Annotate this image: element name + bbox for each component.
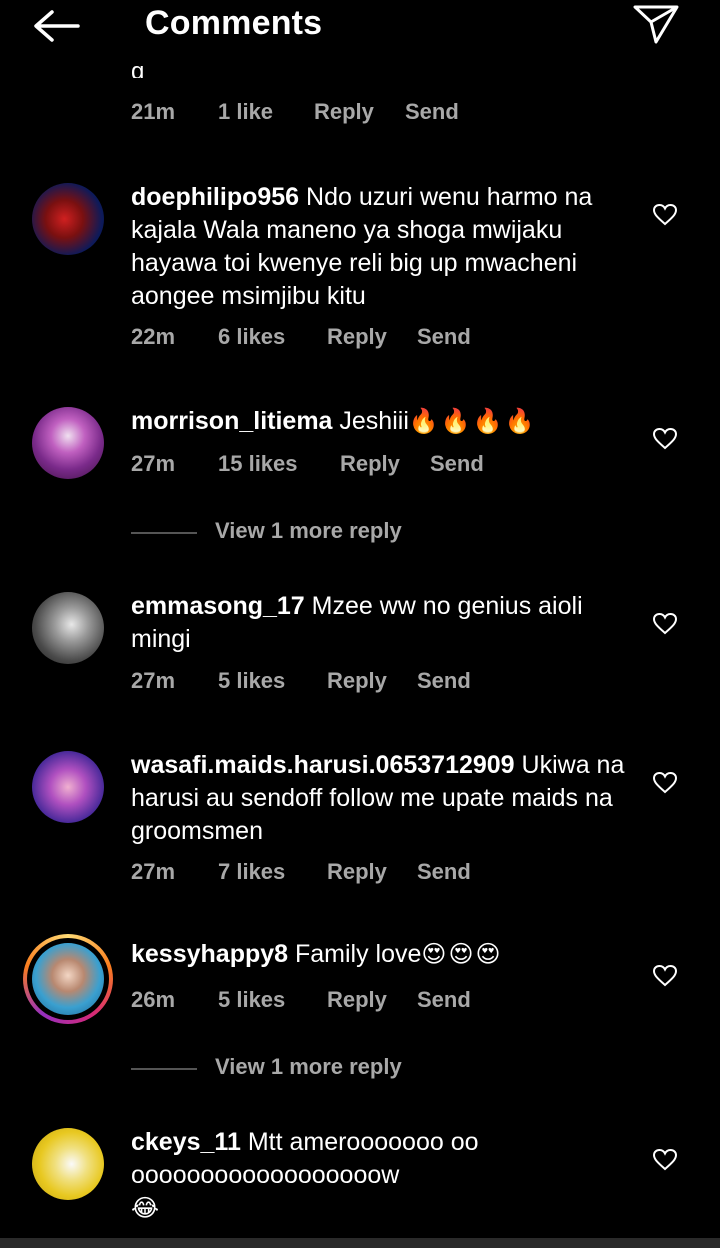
paper-plane-icon [633,5,679,44]
story-ring[interactable] [23,934,113,1024]
send-button[interactable]: Send [405,99,459,125]
back-arrow-icon [34,10,80,42]
reply-button[interactable]: Reply [327,668,387,694]
view-more-label[interactable]: View 1 more reply [215,1054,402,1080]
comment-meta: 26m 5 likes Reply Send [131,987,611,1015]
comment-time: 21m [131,99,176,124]
avatar[interactable] [32,1128,104,1200]
avatar[interactable] [32,751,104,823]
send-button[interactable]: Send [417,324,471,350]
comment-body: doephilipo956 Ndo uzuri wenu harmo na ka… [131,181,631,313]
reply-button[interactable]: Reply [327,324,387,350]
like-count[interactable]: 15 likes [218,451,298,477]
avatar[interactable] [32,183,104,255]
comment-meta: 27m 15 likes Reply Send [131,451,611,479]
like-count[interactable]: 1 like [218,99,273,125]
like-count[interactable]: 6 likes [218,324,285,350]
reply-divider [131,1068,197,1070]
heart-icon[interactable] [652,203,678,227]
send-button[interactable]: Send [417,859,471,885]
share-button[interactable] [630,2,682,46]
view-more-replies[interactable]: View 1 more reply [131,518,531,548]
like-count[interactable]: 7 likes [218,859,285,885]
comment-meta: 22m 6 likes Reply Send [131,324,611,352]
heart-icon[interactable] [652,612,678,636]
comment-time: 26m [131,987,176,1012]
username[interactable]: ckeys_11 [131,1128,241,1156]
username[interactable]: kessyhappy8 [131,940,288,968]
like-count[interactable]: 5 likes [218,987,285,1013]
comment-text: Family love [295,940,422,968]
comment-meta: 27m 7 likes Reply Send [131,859,611,887]
heart-icon[interactable] [652,964,678,988]
comment-time: 27m [131,859,176,884]
heart-icon[interactable] [652,427,678,451]
page-title: Comments [145,4,323,42]
comment-text: Jeshiii [339,407,409,435]
comment-body: wasafi.maids.harusi.0653712909 Ukiwa na … [131,749,631,848]
comment-meta: 21m 1 like Reply Send [131,99,611,127]
username[interactable]: doephilipo956 [131,183,299,211]
comments-screen: Comments g 21m 1 like Reply Send doephil… [0,0,720,1248]
comment-body: emmasong_17 Mzee ww no genius aioli ming… [131,590,631,656]
like-count[interactable]: 5 likes [218,668,285,694]
reply-button[interactable]: Reply [327,859,387,885]
avatar[interactable] [32,592,104,664]
view-more-replies[interactable]: View 1 more reply [131,1054,531,1084]
header: Comments [0,0,720,50]
view-more-label[interactable]: View 1 more reply [215,518,402,544]
comment-body: morrison_litiema Jeshiii🔥🔥🔥🔥 [131,405,631,438]
send-button[interactable]: Send [417,987,471,1013]
reply-divider [131,532,197,534]
partial-comment-text: g [131,58,145,78]
comment-time: 27m [131,451,176,476]
send-button[interactable]: Send [430,451,484,477]
heart-icon[interactable] [652,771,678,795]
username[interactable]: emmasong_17 [131,592,305,620]
send-button[interactable]: Send [417,668,471,694]
heart-eyes-emoji: 😍😍😍 [421,941,503,968]
comment-meta: 27m 5 likes Reply Send [131,668,611,696]
laughing-emoji: 😂 [131,1195,162,1222]
bottom-bar [0,1238,720,1248]
heart-icon[interactable] [652,1148,678,1172]
comment-time: 27m [131,668,176,693]
reply-button[interactable]: Reply [340,451,400,477]
back-button[interactable] [30,6,82,46]
fire-emoji: 🔥🔥🔥🔥 [408,408,537,435]
username[interactable]: morrison_litiema [131,407,332,435]
comment-body: kessyhappy8 Family love😍😍😍 [131,938,631,971]
comment-body: ckeys_11 Mtt amerooooooo ooooooooooooooo… [131,1126,491,1225]
reply-button[interactable]: Reply [327,987,387,1013]
comment-time: 22m [131,324,176,349]
story-ring-gap [27,938,109,1020]
avatar[interactable] [32,407,104,479]
avatar[interactable] [32,943,104,1015]
reply-button[interactable]: Reply [314,99,374,125]
username[interactable]: wasafi.maids.harusi.0653712909 [131,751,515,779]
